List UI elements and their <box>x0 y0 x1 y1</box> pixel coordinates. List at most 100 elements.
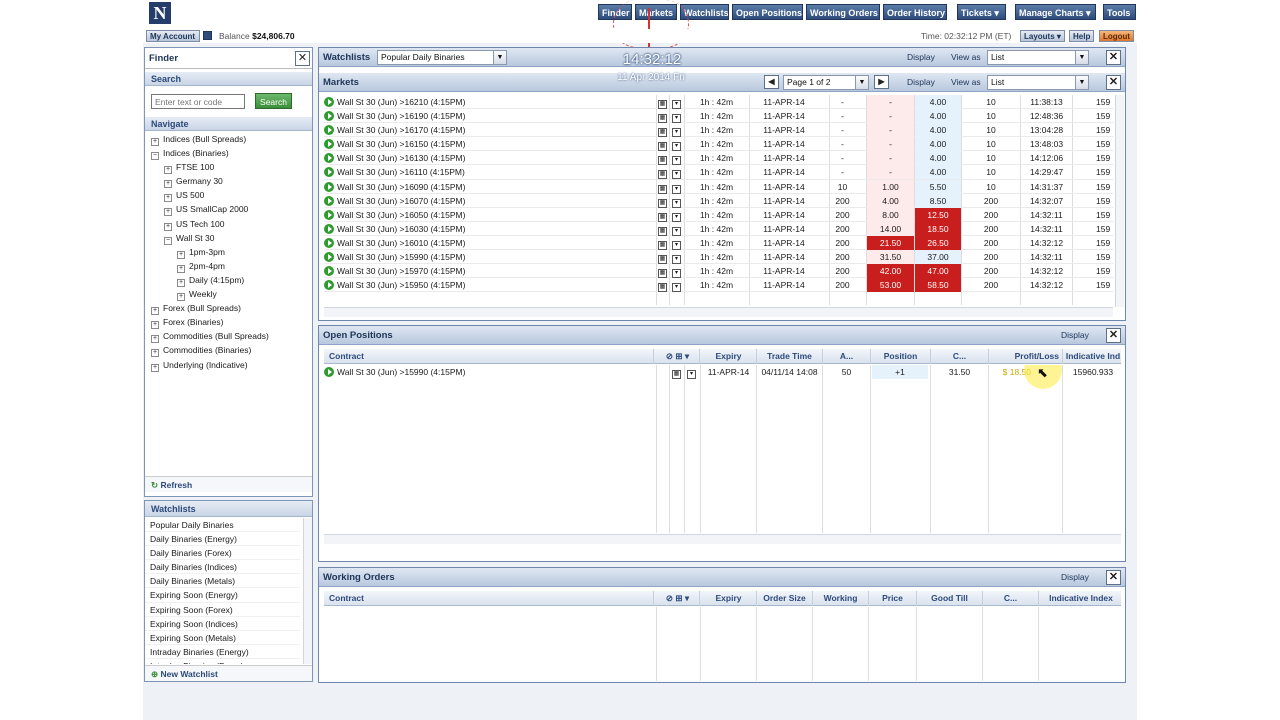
expand-icon[interactable]: + <box>164 208 172 217</box>
page-select[interactable]: Page 1 of 2 ▼ <box>783 75 869 90</box>
chart-icon[interactable]: ▦ <box>656 95 669 109</box>
collapse-icon[interactable]: − <box>164 236 172 245</box>
expand-icon[interactable]: + <box>151 138 159 146</box>
next-page-icon[interactable]: ▶ <box>874 75 889 89</box>
bid-price-cell[interactable]: - <box>867 109 914 124</box>
chart-icon[interactable]: ▦ <box>656 236 669 250</box>
watchlist-item[interactable]: Daily Binaries (Indices) <box>145 560 300 575</box>
bid-price-cell[interactable]: 8.00 <box>867 207 914 222</box>
open-positions-close-icon[interactable]: ✕ <box>1106 328 1121 343</box>
play-icon[interactable] <box>324 167 334 178</box>
market-row[interactable]: Wall St 30 (Jun) >16150 (4:15PM) ▦ ▾ 1h : 4… <box>324 137 1113 152</box>
tree-node[interactable]: + Commodities (Bull Spreads) <box>151 329 312 344</box>
play-icon[interactable] <box>324 237 334 248</box>
chart-icon[interactable]: ▦ <box>656 180 669 194</box>
offer-price-cell[interactable]: 26.50 <box>915 235 961 250</box>
market-row[interactable]: Wall St 30 (Jun) >16210 (4:15PM) ▦ ▾ 1h : 4… <box>324 95 1113 110</box>
bid-price-cell[interactable]: - <box>867 137 914 152</box>
chart-icon[interactable]: ▦ <box>656 137 669 152</box>
offer-price-cell[interactable]: 12.50 <box>915 207 961 222</box>
market-row[interactable]: Wall St 30 (Jun) >16190 (4:15PM) ▦ ▾ 1h : 4… <box>324 109 1113 124</box>
dropdown-icon[interactable]: ▾ <box>670 165 683 180</box>
wo-col-indicative[interactable]: Indicative Index <box>1039 591 1123 606</box>
wo-col-working[interactable]: Working <box>813 591 869 606</box>
dropdown-icon[interactable]: ▾ <box>670 264 683 279</box>
watchlist-item[interactable]: Daily Binaries (Forex) <box>145 546 300 561</box>
help-button[interactable]: Help <box>1069 30 1094 42</box>
position-row[interactable]: Wall St 30 (Jun) >15990 (4:15PM) ▦ ▾ 11-APR… <box>324 365 1121 379</box>
nav-tools[interactable]: Tools <box>1103 4 1136 20</box>
market-name-cell[interactable]: Wall St 30 (Jun) >15950 (4:15PM) <box>324 278 654 292</box>
open-positions-hscroll[interactable] <box>324 534 1121 544</box>
markets-close-icon[interactable]: ✕ <box>1106 75 1121 90</box>
play-icon[interactable] <box>324 280 334 291</box>
chart-icon[interactable]: ▦ <box>656 208 669 222</box>
new-watchlist-button[interactable]: ⊕ New Watchlist <box>145 665 312 681</box>
chart-icon[interactable]: ▦ <box>670 365 683 379</box>
expand-icon[interactable]: + <box>164 222 172 231</box>
expand-icon[interactable]: + <box>164 194 172 203</box>
dropdown-icon[interactable]: ▾ <box>670 250 683 265</box>
bid-price-cell[interactable]: 31.50 <box>867 250 914 265</box>
market-row[interactable]: Wall St 30 (Jun) >16050 (4:15PM) ▦ ▾ 1h : 4… <box>324 207 1113 222</box>
bid-price-cell[interactable]: - <box>867 151 914 166</box>
wo-col-expiry[interactable]: Expiry <box>701 591 757 606</box>
chart-icon[interactable]: ▦ <box>656 278 669 293</box>
market-name-cell[interactable]: Wall St 30 (Jun) >16110 (4:15PM) <box>324 165 654 179</box>
market-name-cell[interactable]: Wall St 30 (Jun) >16210 (4:15PM) <box>324 95 654 109</box>
dropdown-icon[interactable]: ▾ <box>670 278 683 293</box>
bid-price-cell[interactable]: - <box>867 95 914 109</box>
play-icon[interactable] <box>324 252 334 263</box>
market-row[interactable]: Wall St 30 (Jun) >16170 (4:15PM) ▦ ▾ 1h : 4… <box>324 123 1113 138</box>
tree-node[interactable]: − Wall St 30 <box>151 231 312 245</box>
offer-price-cell[interactable]: 4.00 <box>915 95 961 109</box>
bid-price-cell[interactable]: 4.00 <box>867 193 914 208</box>
bid-price-cell[interactable]: 42.00 <box>867 264 914 279</box>
dropdown-icon[interactable]: ▾ <box>670 137 683 152</box>
expand-icon[interactable]: + <box>151 321 159 330</box>
wo-col-c[interactable]: C... <box>983 591 1039 606</box>
nav-working-orders[interactable]: Working Orders <box>806 4 880 20</box>
dropdown-icon[interactable]: ▾ <box>670 151 683 166</box>
dropdown-icon[interactable]: ▾ <box>670 123 683 138</box>
bid-price-cell[interactable]: 1.00 <box>867 179 914 194</box>
finder-search-input[interactable] <box>151 94 245 109</box>
tree-node[interactable]: + FTSE 100 <box>151 160 312 175</box>
watchlist-display-button[interactable]: Display <box>907 48 935 67</box>
play-icon[interactable] <box>324 223 334 234</box>
offer-price-cell[interactable]: 47.00 <box>915 264 961 279</box>
expand-icon[interactable]: + <box>177 264 185 273</box>
market-row[interactable]: Wall St 30 (Jun) >15950 (4:15PM) ▦ ▾ 1h : 4… <box>324 278 1113 293</box>
market-row[interactable]: Wall St 30 (Jun) >16070 (4:15PM) ▦ ▾ 1h : 4… <box>324 193 1113 208</box>
market-name-cell[interactable]: Wall St 30 (Jun) >16170 (4:15PM) <box>324 123 654 137</box>
market-row[interactable]: Wall St 30 (Jun) >16010 (4:15PM) ▦ ▾ 1h : 4… <box>324 235 1113 251</box>
play-icon[interactable] <box>324 97 334 107</box>
market-name-cell[interactable]: Wall St 30 (Jun) >16090 (4:15PM) <box>324 180 654 194</box>
market-row[interactable]: Wall St 30 (Jun) >16090 (4:15PM) ▦ ▾ 1h : 4… <box>324 179 1113 194</box>
wo-col-contract[interactable]: Contract <box>324 591 654 606</box>
col-a[interactable]: A... <box>823 349 871 364</box>
dropdown-icon[interactable]: ▾ <box>670 222 683 236</box>
watchlist-item[interactable]: Expiring Soon (Metals) <box>145 631 300 645</box>
dropdown-icon[interactable]: ▾ <box>670 180 683 194</box>
market-name-cell[interactable]: Wall St 30 (Jun) >16070 (4:15PM) <box>324 194 654 208</box>
market-name-cell[interactable]: Wall St 30 (Jun) >16150 (4:15PM) <box>324 137 654 151</box>
col-c[interactable]: C... <box>931 349 989 364</box>
bid-price-cell[interactable]: 14.00 <box>867 221 914 236</box>
finder-close-icon[interactable]: ✕ <box>295 51 310 66</box>
play-icon[interactable] <box>324 111 334 122</box>
balance-toggle-icon[interactable] <box>203 31 212 40</box>
refresh-button[interactable]: ↻ Refresh <box>145 476 312 492</box>
col-trade-time[interactable]: Trade Time <box>757 349 823 364</box>
chart-icon[interactable]: ▦ <box>656 123 669 138</box>
offer-price-cell[interactable]: 4.00 <box>915 165 961 180</box>
market-name-cell[interactable]: Wall St 30 (Jun) >16010 (4:15PM) <box>324 236 654 250</box>
wo-col-order-size[interactable]: Order Size <box>757 591 813 606</box>
market-row[interactable]: Wall St 30 (Jun) >15970 (4:15PM) ▦ ▾ 1h : 4… <box>324 264 1113 279</box>
markets-hscroll[interactable] <box>324 307 1113 317</box>
watchlist-item[interactable]: Intraday Binaries (Energy) <box>145 645 300 659</box>
offer-price-cell[interactable]: 4.00 <box>915 109 961 124</box>
watchlist-view-select[interactable]: List ▼ <box>987 50 1089 65</box>
offer-price-cell[interactable]: 37.00 <box>915 250 961 265</box>
layouts-button[interactable]: Layouts ▾ <box>1020 30 1065 42</box>
